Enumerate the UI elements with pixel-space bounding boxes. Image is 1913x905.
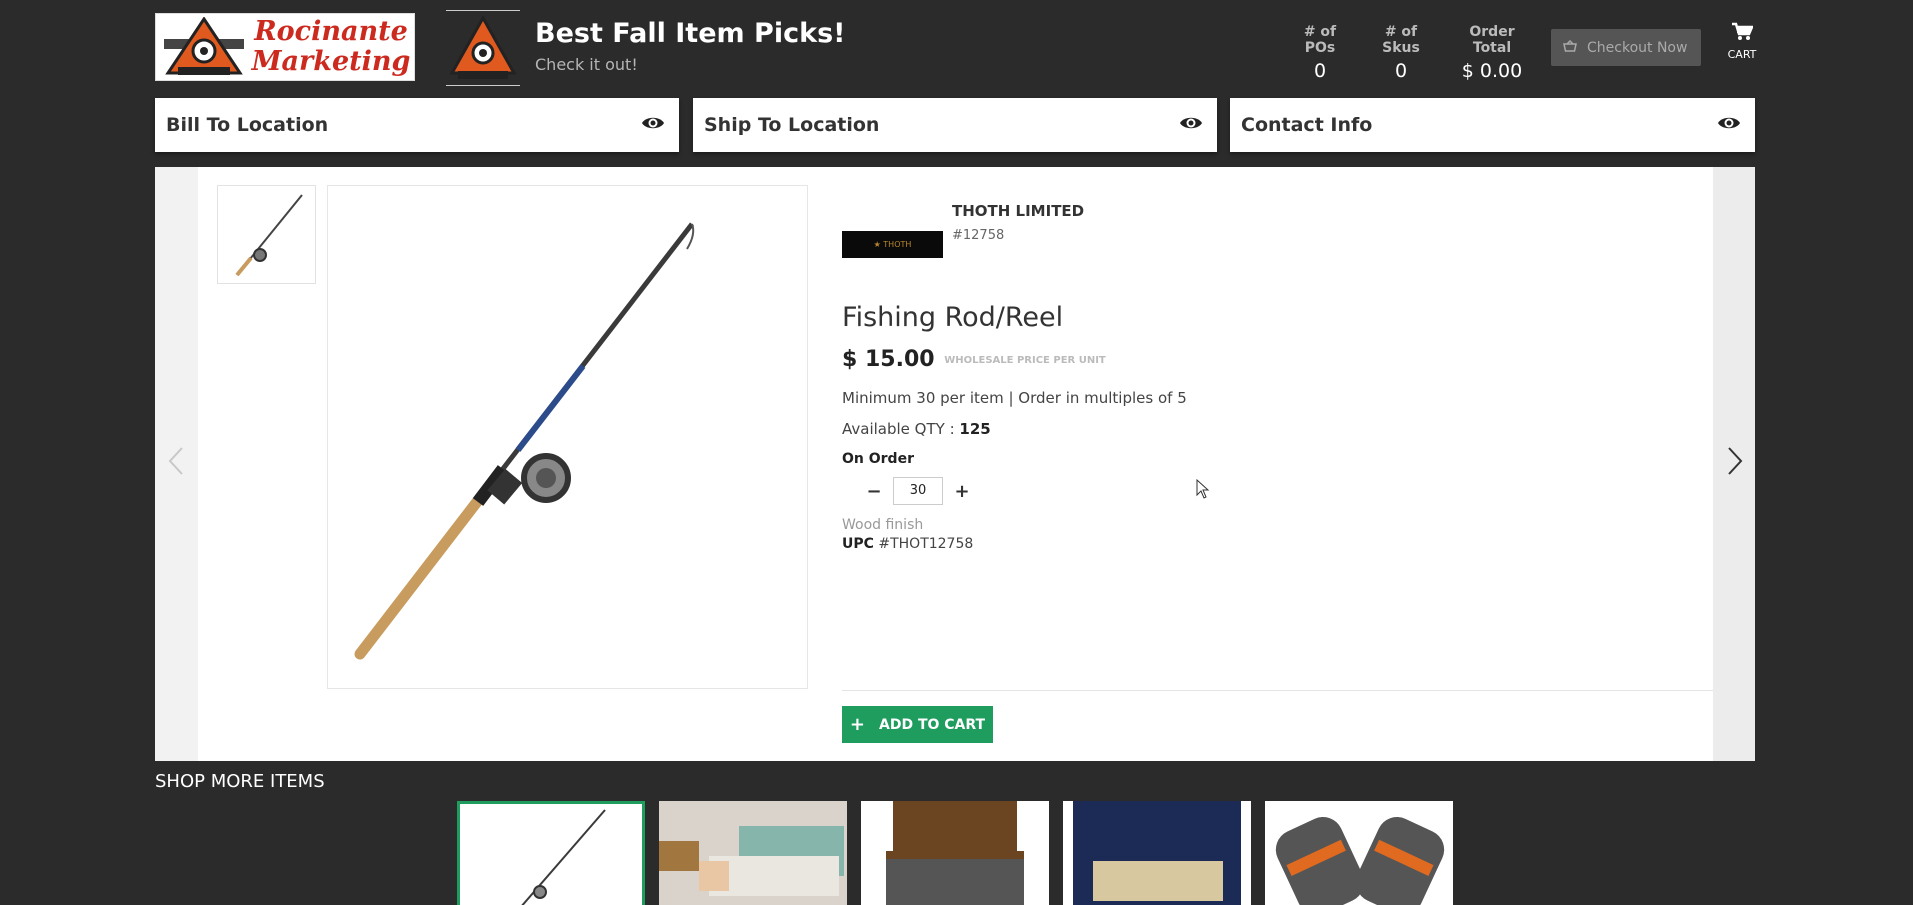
eye-icon[interactable]: [641, 115, 665, 135]
add-to-cart-label: ADD TO CART: [879, 716, 986, 733]
bill-to-location-bar[interactable]: Bill To Location: [155, 98, 679, 152]
bill-to-title: Bill To Location: [166, 114, 329, 136]
cart-icon: [1722, 22, 1762, 46]
sku-count: # of Skus 0: [1368, 24, 1434, 82]
cart-button[interactable]: CART: [1722, 22, 1762, 61]
header: Rocinante Marketing Best Fall Item Picks…: [0, 0, 1913, 95]
checkout-label: Checkout Now: [1587, 39, 1688, 56]
store-title: Best Fall Item Picks!: [535, 18, 846, 49]
shop-item-dumbbells[interactable]: [1265, 801, 1453, 905]
order-total-value: $ 0.00: [1461, 60, 1523, 82]
eye-icon[interactable]: [1179, 115, 1203, 135]
quantity-input[interactable]: 30: [893, 477, 943, 505]
shop-more-title: SHOP MORE ITEMS: [155, 771, 325, 792]
minus-icon[interactable]: −: [861, 481, 887, 502]
quantity-stepper: − 30 +: [861, 477, 975, 505]
shop-item-wood-bed[interactable]: [861, 801, 1049, 905]
available-value: 125: [959, 420, 991, 438]
plus-icon[interactable]: +: [949, 481, 975, 502]
basket-icon: [1563, 39, 1577, 56]
product-image[interactable]: [327, 185, 808, 689]
minimum-order-text: Minimum 30 per item | Order in multiples…: [842, 389, 1187, 407]
on-order-label: On Order: [842, 451, 914, 467]
product-price: $ 15.00 WHOLESALE PRICE PER UNIT: [842, 347, 1106, 372]
brand-logo-text: Rocinante Marketing: [251, 16, 411, 77]
available-label: Available QTY :: [842, 420, 955, 438]
eye-icon[interactable]: [1717, 115, 1741, 135]
finish-text: Wood finish: [842, 517, 924, 533]
vendor-number: #12758: [952, 228, 1005, 243]
product-thumbnail[interactable]: [217, 185, 316, 284]
ship-to-title: Ship To Location: [704, 114, 880, 136]
plus-icon: +: [849, 714, 865, 735]
po-count-label: # of POs: [1303, 24, 1337, 56]
add-to-cart-button[interactable]: + ADD TO CART: [842, 706, 993, 743]
store-logo: [446, 10, 520, 86]
price-value: $ 15.00: [842, 347, 935, 372]
mouse-cursor-icon: [1196, 478, 1210, 503]
chevron-right-icon[interactable]: [1727, 445, 1743, 485]
shop-item-navy-bed[interactable]: [1063, 801, 1251, 905]
shop-item-green-bed[interactable]: [659, 801, 847, 905]
vendor-logo: ★ THOTH: [842, 231, 943, 258]
store-subtitle: Check it out!: [535, 55, 638, 74]
sku-count-value: 0: [1394, 60, 1408, 82]
available-quantity: Available QTY : 125: [842, 420, 991, 438]
sku-count-label: # of Skus: [1382, 24, 1420, 56]
brand-logo[interactable]: Rocinante Marketing: [155, 13, 415, 81]
chevron-left-icon[interactable]: [168, 445, 184, 485]
po-count-value: 0: [1313, 60, 1327, 82]
upc-label: UPC: [842, 536, 874, 552]
upc-text: UPC #THOT12758: [842, 536, 973, 552]
contact-info-title: Contact Info: [1241, 114, 1373, 136]
upc-value: #THOT12758: [878, 536, 974, 552]
shop-item-fishing-rod[interactable]: [457, 801, 645, 905]
divider: [842, 690, 1713, 691]
vendor-name: THOTH LIMITED: [952, 202, 1085, 220]
cart-label: CART: [1727, 48, 1757, 61]
order-total: Order Total $ 0.00: [1450, 24, 1534, 82]
product-panel: ★ THOTH THOTH LIMITED #12758 Fishing Rod…: [155, 167, 1755, 761]
product-name: Fishing Rod/Reel: [842, 302, 1064, 333]
price-note: WHOLESALE PRICE PER UNIT: [944, 354, 1106, 366]
ship-to-location-bar[interactable]: Ship To Location: [693, 98, 1217, 152]
rocinante-emblem-icon: [156, 15, 251, 79]
order-total-label: Order Total: [1469, 24, 1515, 56]
contact-info-bar[interactable]: Contact Info: [1230, 98, 1755, 152]
po-count: # of POs 0: [1290, 24, 1350, 82]
checkout-button[interactable]: Checkout Now: [1551, 29, 1701, 66]
